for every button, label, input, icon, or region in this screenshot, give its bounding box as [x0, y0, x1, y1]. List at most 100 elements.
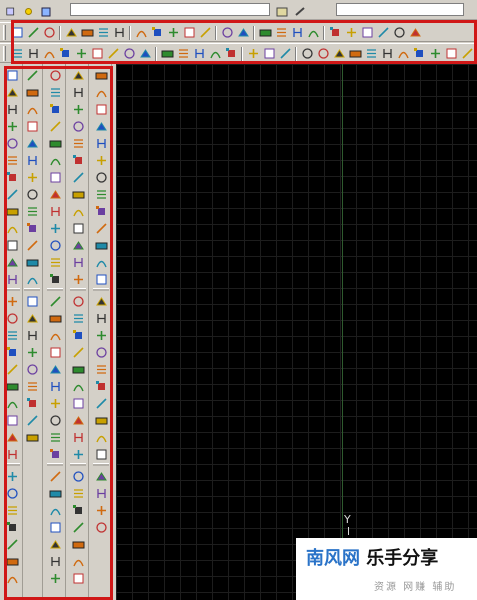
ordinate-icon[interactable]	[58, 46, 73, 61]
palette-tool-icon[interactable]	[93, 237, 109, 253]
palette-tool-icon[interactable]	[70, 254, 86, 270]
palette-tool-icon[interactable]	[24, 327, 40, 343]
palette-tool-icon[interactable]	[70, 378, 86, 394]
redo-icon[interactable]	[236, 25, 251, 40]
palette-tool-icon[interactable]	[24, 152, 40, 168]
palette-tool-icon[interactable]	[70, 152, 86, 168]
palette-tool-icon[interactable]	[70, 468, 86, 484]
markup-icon[interactable]	[392, 25, 407, 40]
palette-tool-icon[interactable]	[47, 553, 63, 569]
palette-tool-icon[interactable]	[70, 135, 86, 151]
palette-tool-icon[interactable]	[4, 271, 20, 287]
diameter-icon[interactable]	[106, 46, 121, 61]
palette-tool-icon[interactable]	[24, 186, 40, 202]
palette-tool-icon[interactable]	[93, 446, 109, 462]
layer-match-icon[interactable]	[294, 3, 308, 17]
palette-tool-icon[interactable]	[4, 254, 20, 270]
palette-tool-icon[interactable]	[70, 310, 86, 326]
palette-tool-icon[interactable]	[24, 361, 40, 377]
palette-tool-icon[interactable]	[4, 84, 20, 100]
layer-combo[interactable]	[70, 3, 270, 16]
toolbar-grip[interactable]	[3, 25, 6, 40]
palette-tool-icon[interactable]	[70, 361, 86, 377]
color-combo[interactable]	[336, 3, 464, 16]
palette-tool-icon[interactable]	[4, 536, 20, 552]
palette-tool-icon[interactable]	[47, 395, 63, 411]
palette-tool-icon[interactable]	[47, 220, 63, 236]
palette-tool-icon[interactable]	[24, 101, 40, 117]
palette-tool-icon[interactable]	[70, 101, 86, 117]
palette-tool-icon[interactable]	[93, 502, 109, 518]
palette-tool-icon[interactable]	[47, 327, 63, 343]
palette-tool-icon[interactable]	[24, 271, 40, 287]
arc-length-icon[interactable]	[42, 46, 57, 61]
palette-tool-icon[interactable]	[70, 536, 86, 552]
zoom-window-icon[interactable]	[290, 25, 305, 40]
palette-tool-icon[interactable]	[70, 84, 86, 100]
palette-tool-icon[interactable]	[4, 378, 20, 394]
tolerance-icon[interactable]	[208, 46, 223, 61]
cut-icon[interactable]	[134, 25, 149, 40]
dimension-extra-icon[interactable]	[332, 46, 347, 61]
palette-tool-icon[interactable]	[47, 237, 63, 253]
publish-icon[interactable]	[96, 25, 111, 40]
palette-tool-icon[interactable]	[4, 485, 20, 501]
palette-tool-icon[interactable]	[47, 169, 63, 185]
palette-tool-icon[interactable]	[47, 271, 63, 287]
baseline-icon[interactable]	[160, 46, 175, 61]
palette-tool-icon[interactable]	[70, 169, 86, 185]
palette-tool-icon[interactable]	[47, 485, 63, 501]
palette-tool-icon[interactable]	[93, 468, 109, 484]
dimension-extra-icon[interactable]	[380, 46, 395, 61]
sun-icon[interactable]	[22, 3, 36, 17]
match-properties-icon[interactable]	[182, 25, 197, 40]
save-icon[interactable]	[42, 25, 57, 40]
palette-tool-icon[interactable]	[4, 135, 20, 151]
palette-tool-icon[interactable]	[47, 502, 63, 518]
palette-tool-icon[interactable]	[4, 327, 20, 343]
palette-tool-icon[interactable]	[24, 135, 40, 151]
dimension-extra-icon[interactable]	[348, 46, 363, 61]
dimension-extra-icon[interactable]	[444, 46, 459, 61]
palette-tool-icon[interactable]	[4, 101, 20, 117]
palette-tool-icon[interactable]	[70, 237, 86, 253]
undo-icon[interactable]	[220, 25, 235, 40]
palette-tool-icon[interactable]	[4, 553, 20, 569]
palette-tool-icon[interactable]	[93, 186, 109, 202]
dimension-text-edit-icon[interactable]	[262, 46, 277, 61]
dimension-extra-icon[interactable]	[428, 46, 443, 61]
palette-tool-icon[interactable]	[4, 519, 20, 535]
palette-tool-icon[interactable]	[93, 118, 109, 134]
palette-tool-icon[interactable]	[47, 519, 63, 535]
palette-tool-icon[interactable]	[24, 203, 40, 219]
palette-tool-icon[interactable]	[4, 67, 20, 83]
palette-tool-icon[interactable]	[93, 169, 109, 185]
palette-tool-icon[interactable]	[93, 327, 109, 343]
radius-icon[interactable]	[74, 46, 89, 61]
palette-tool-icon[interactable]	[4, 118, 20, 134]
paste-icon[interactable]	[166, 25, 181, 40]
palette-tool-icon[interactable]	[47, 536, 63, 552]
palette-tool-icon[interactable]	[24, 429, 40, 445]
palette-tool-icon[interactable]	[24, 67, 40, 83]
palette-tool-icon[interactable]	[4, 293, 20, 309]
palette-tool-icon[interactable]	[93, 519, 109, 535]
palette-tool-icon[interactable]	[4, 220, 20, 236]
palette-tool-icon[interactable]	[4, 395, 20, 411]
open-file-icon[interactable]	[26, 25, 41, 40]
palette-tool-icon[interactable]	[47, 361, 63, 377]
palette-tool-icon[interactable]	[93, 361, 109, 377]
palette-tool-icon[interactable]	[70, 502, 86, 518]
palette-tool-icon[interactable]	[70, 485, 86, 501]
palette-tool-icon[interactable]	[24, 220, 40, 236]
print-icon[interactable]	[64, 25, 79, 40]
pan-icon[interactable]	[258, 25, 273, 40]
palette-tool-icon[interactable]	[93, 101, 109, 117]
zoom-previous-icon[interactable]	[306, 25, 321, 40]
palette-tool-icon[interactable]	[4, 203, 20, 219]
palette-tool-icon[interactable]	[70, 186, 86, 202]
palette-tool-icon[interactable]	[47, 254, 63, 270]
aligned-dimension-icon[interactable]	[26, 46, 41, 61]
dimension-extra-icon[interactable]	[396, 46, 411, 61]
dimension-update-icon[interactable]	[278, 46, 293, 61]
